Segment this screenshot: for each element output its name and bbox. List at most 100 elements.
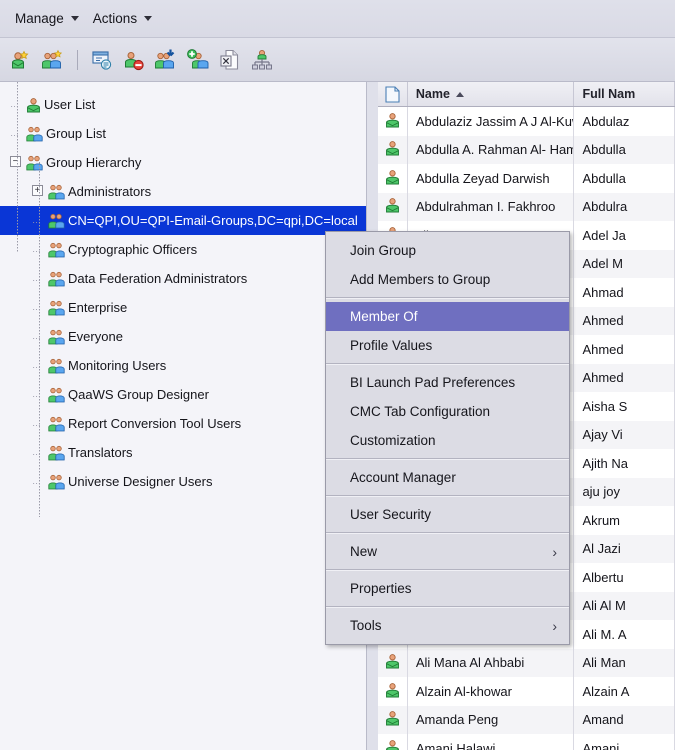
table-row[interactable]: Abdulrahman I. Fakhroo Abdulra <box>378 192 675 221</box>
row-full-name-cell: Adel Ja <box>574 221 675 250</box>
context-menu-item-customization[interactable]: Customization <box>326 426 569 455</box>
context-menu-item-account-manager[interactable]: Account Manager <box>326 463 569 492</box>
tree-node-4[interactable]: … CN=QPI,OU=QPI-Email-Groups,DC=qpi,DC=l… <box>0 206 366 235</box>
new-user-icon[interactable] <box>8 47 34 73</box>
row-full-name-cell: Ajith Na <box>574 449 675 478</box>
context-menu-item-label: Add Members to Group <box>350 272 491 287</box>
menu-bar: Manage Actions <box>0 0 675 38</box>
context-menu-item-user-security[interactable]: User Security <box>326 500 569 529</box>
context-menu-item-join-group[interactable]: Join Group <box>326 236 569 265</box>
group-icon <box>48 329 65 345</box>
row-type-icon-cell <box>378 677 408 706</box>
tree-node-label: Data Federation Administrators <box>68 271 248 286</box>
context-menu-item-cmc-tab-configuration[interactable]: CMC Tab Configuration <box>326 397 569 426</box>
group-icon <box>48 300 65 316</box>
context-menu-item-bi-launch-pad-preferences[interactable]: BI Launch Pad Preferences <box>326 368 569 397</box>
import-user-icon[interactable] <box>153 47 179 73</box>
tree-node-7[interactable]: … Enterprise <box>0 293 366 322</box>
full-name-column-label: Full Nam <box>582 87 636 101</box>
user-icon <box>385 739 400 750</box>
context-menu-item-properties[interactable]: Properties <box>326 574 569 603</box>
group-icon <box>48 271 65 287</box>
context-menu-item-label: Join Group <box>350 243 417 258</box>
row-full-name-cell: Ajay Vi <box>574 420 675 449</box>
tree-node-2[interactable]: − Group Hierarchy <box>0 148 366 177</box>
table-row[interactable]: Abdulla Zeyad Darwish Abdulla <box>378 164 675 193</box>
group-icon <box>48 445 65 461</box>
context-menu-item-profile-values[interactable]: Profile Values <box>326 331 569 360</box>
row-name-cell: Abdulla Zeyad Darwish <box>408 164 575 193</box>
table-row[interactable]: Alzain Al-khowar Alzain A <box>378 677 675 706</box>
delete-user-icon[interactable] <box>121 47 147 73</box>
context-menu-item-member-of[interactable]: Member Of <box>326 302 569 331</box>
menu-manage[interactable]: Manage <box>10 8 88 30</box>
organize-hierarchy-icon[interactable] <box>249 47 275 73</box>
menu-actions[interactable]: Actions <box>88 8 161 30</box>
tree-node-label: Universe Designer Users <box>68 474 213 489</box>
context-menu-item-label: CMC Tab Configuration <box>350 404 491 419</box>
tree-node-3[interactable]: + Administrators <box>0 177 366 206</box>
type-icon-column-header[interactable] <box>378 82 408 106</box>
tree-node-8[interactable]: … Everyone <box>0 322 366 351</box>
row-name-cell: Amanda Peng <box>408 705 575 734</box>
row-full-name-cell: Alzain A <box>574 677 675 706</box>
tree-node-label: Group Hierarchy <box>46 155 142 170</box>
group-tree: … User List… Group List − Group Hierarchy… <box>0 82 366 517</box>
group-icon <box>48 416 65 432</box>
tree-node-11[interactable]: … Report Conversion Tool Users <box>0 409 366 438</box>
context-menu-item-label: User Security <box>350 507 432 522</box>
tree-node-9[interactable]: … Monitoring Users <box>0 351 366 380</box>
context-menu-item-add-members-to-group[interactable]: Add Members to Group <box>326 265 569 294</box>
context-menu-item-new[interactable]: New › <box>326 537 569 566</box>
tree-node-label: Enterprise <box>68 300 128 315</box>
context-menu-item-label: BI Launch Pad Preferences <box>350 375 516 390</box>
row-name-cell: Amani Halawi <box>408 734 575 750</box>
properties-icon[interactable] <box>89 47 115 73</box>
tree-node-label: Everyone <box>68 329 123 344</box>
tree-node-10[interactable]: … QaaWS Group Designer <box>0 380 366 409</box>
menu-actions-label: Actions <box>92 10 138 26</box>
tree-node-5[interactable]: … Cryptographic Officers <box>0 235 366 264</box>
navigation-tree-panel[interactable]: … User List… Group List − Group Hierarchy… <box>0 82 367 750</box>
name-column-header[interactable]: Name <box>408 82 575 106</box>
group-icon <box>26 155 43 171</box>
add-group-icon[interactable] <box>185 47 211 73</box>
table-row[interactable]: Ali Mana Al Ahbabi Ali Man <box>378 648 675 677</box>
tree-guide-line <box>39 162 40 517</box>
toolbar-separator <box>77 49 78 70</box>
table-row[interactable]: Amanda Peng Amand <box>378 705 675 734</box>
tree-node-0[interactable]: … User List <box>0 90 366 119</box>
table-row[interactable]: Abdulla A. Rahman Al- Hamr Abdulla <box>378 135 675 164</box>
tree-node-label: Report Conversion Tool Users <box>68 416 242 431</box>
row-type-icon-cell <box>378 135 408 164</box>
menu-separator <box>326 532 569 534</box>
tree-node-12[interactable]: … Translators <box>0 438 366 467</box>
context-menu[interactable]: Join Group Add Members to Group Member Of P… <box>325 231 570 645</box>
user-icon <box>385 682 400 701</box>
full-name-column-header[interactable]: Full Nam <box>574 82 675 106</box>
table-row[interactable]: Abdulaziz Jassim A J Al-Kuwa Abdulaz <box>378 107 675 136</box>
new-group-icon[interactable] <box>40 47 66 73</box>
tree-node-1[interactable]: … Group List <box>0 119 366 148</box>
user-icon <box>385 140 400 159</box>
row-full-name-cell: Aisha S <box>574 392 675 421</box>
tree-node-label: Administrators <box>68 184 152 199</box>
user-icon <box>385 710 400 729</box>
row-full-name-cell: Ahmed <box>574 363 675 392</box>
row-name-cell: Abdulla A. Rahman Al- Hamr <box>408 135 575 164</box>
tree-node-6[interactable]: … Data Federation Administrators <box>0 264 366 293</box>
name-column-label: Name <box>415 87 450 101</box>
chevron-down-icon <box>70 15 79 21</box>
chevron-right-icon: › <box>552 543 557 560</box>
context-menu-item-label: Member Of <box>350 309 418 324</box>
row-type-icon-cell <box>378 192 408 221</box>
export-excel-icon[interactable] <box>217 47 243 73</box>
table-row[interactable]: Amani Halawi Amani <box>378 734 675 750</box>
user-icon <box>385 653 400 672</box>
chevron-right-icon: › <box>552 617 557 634</box>
row-type-icon-cell <box>378 734 408 750</box>
tree-node-13[interactable]: … Universe Designer Users <box>0 467 366 496</box>
tree-node-label: CN=QPI,OU=QPI-Email-Groups,DC=qpi,DC=loc… <box>68 213 358 228</box>
context-menu-item-tools[interactable]: Tools › <box>326 611 569 640</box>
row-full-name-cell: Amani <box>574 734 675 750</box>
